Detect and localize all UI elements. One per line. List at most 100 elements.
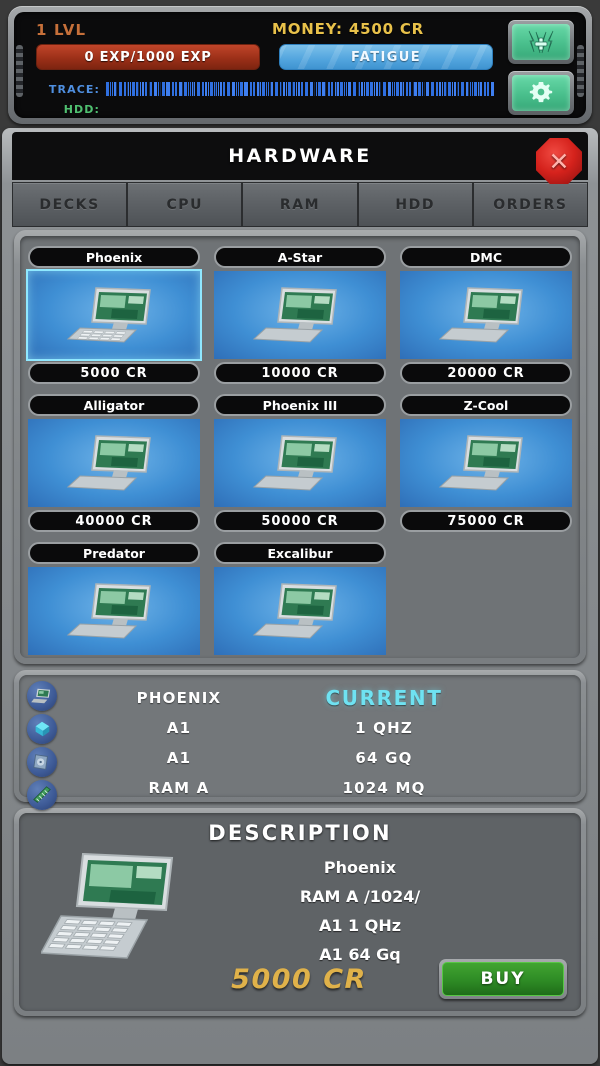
item-name: DMC [400,246,572,268]
item-name: Z-Cool [400,394,572,416]
stat-right-value: CURRENT [325,686,443,710]
stat-left-value: RAM A [148,779,210,797]
item-card[interactable]: Excalibur [214,542,386,658]
item-thumbnail [214,419,386,507]
laptop-icon [438,435,523,491]
item-name: Excalibur [214,542,386,564]
item-card[interactable]: DMC 20000 CR [400,246,572,384]
status-panel-screen: 1 LVL MONEY: 4500 CR 0 EXP/1000 EXP FATI… [14,12,586,118]
stats-panel-inner: PHOENIX CURRENT A1 1 QHZ A1 64 GQ RAM A … [19,675,581,810]
item-card[interactable]: Phoenix 5000 CR [28,246,200,384]
item-thumbnail [28,567,200,655]
item-name: Phoenix III [214,394,386,416]
item-thumbnail [28,271,200,359]
item-price: 5000 CR [28,362,200,384]
item-thumbnail [400,271,572,359]
hdd-meter-fill [106,102,494,116]
tab-orders[interactable]: ORDERS [473,183,588,226]
item-price: 20000 CR [400,362,572,384]
stats-row: PHOENIX CURRENT [79,683,573,713]
item-name: A-Star [214,246,386,268]
description-lines: Phoenix RAM A /1024/ A1 1 QHz A1 64 Gq [169,853,551,969]
laptop-icon [252,583,337,639]
item-grid: Phoenix 5000 CR A-Star 10000 CR DMC 2000… [28,246,572,658]
laptop-icon [27,681,57,711]
laptop-icon [252,435,337,491]
ram-stick-icon [27,780,57,810]
player-money: MONEY: 4500 CR [272,20,424,38]
heal-button[interactable] [508,20,574,64]
player-level: 1 LVL [36,21,87,39]
description-line: RAM A /1024/ [299,887,421,906]
item-name: Phoenix [28,246,200,268]
experience-bar: 0 EXP/1000 EXP [36,44,260,70]
laptop-icon [66,435,151,491]
item-price: 50000 CR [214,510,386,532]
trace-meter-row: TRACE: [38,82,494,96]
description-panel: DESCRIPTION Phoenix RAM A /1024/ A1 1 QH… [14,808,586,1016]
settings-button[interactable] [508,71,574,115]
tab-hdd[interactable]: HDD [358,183,472,226]
stats-row: A1 64 GQ [79,743,573,773]
tab-decks[interactable]: DECKS [13,183,127,226]
stats-row: A1 1 QHZ [79,713,573,743]
stat-left-value: PHOENIX [136,689,222,707]
stat-left-value: A1 [166,749,192,767]
panel-notch-left [16,45,23,97]
panel-notch-right [577,45,584,97]
item-thumbnail [400,419,572,507]
tab-bar: DECKS CPU RAM HDD ORDERS [12,182,588,227]
trace-meter-fill [106,82,494,96]
fatigue-label: FATIGUE [350,49,422,65]
description-line: Phoenix [323,858,397,877]
buy-button[interactable]: BUY [439,959,567,999]
stats-row: RAM A 1024 MQ [79,773,573,803]
item-thumbnail [214,567,386,655]
stat-left-value: A1 [166,719,192,737]
stats-icon-column [27,681,57,810]
tab-cpu[interactable]: CPU [128,183,242,226]
hdd-meter-track [106,102,494,116]
description-title: DESCRIPTION [208,821,392,845]
hdd-icon [27,747,57,777]
item-card[interactable]: A-Star 10000 CR [214,246,386,384]
buy-button-label: BUY [442,962,564,996]
trace-meter-track [106,82,494,96]
laptop-icon [438,287,523,343]
item-price: 40000 CR [28,510,200,532]
item-card[interactable]: Predator [28,542,200,658]
item-name: Alligator [28,394,200,416]
hdd-label: HDD: [63,102,100,116]
description-panel-inner: DESCRIPTION Phoenix RAM A /1024/ A1 1 QH… [19,813,581,1011]
heal-lightning-icon [512,24,570,60]
window-titlebar: HARDWARE ✕ [12,132,588,184]
item-card[interactable]: Z-Cool 75000 CR [400,394,572,532]
item-price: 75000 CR [400,510,572,532]
description-line: A1 1 QHz [318,916,402,935]
gear-icon [512,75,570,111]
item-card[interactable]: Phoenix III 50000 CR [214,394,386,532]
item-grid-scroll[interactable]: Phoenix 5000 CR A-Star 10000 CR DMC 2000… [20,236,580,658]
laptop-icon [252,287,337,343]
laptop-icon [66,287,151,343]
tab-ram[interactable]: RAM [243,183,357,226]
stats-panel: PHOENIX CURRENT A1 1 QHZ A1 64 GQ RAM A … [14,670,586,810]
close-icon[interactable]: ✕ [536,138,582,184]
hardware-window: HARDWARE ✕ DECKS CPU RAM HDD ORDERS Phoe… [6,132,594,1060]
item-price-large: 5000 CR [231,964,367,995]
laptop-icon [66,583,151,639]
item-price: 10000 CR [214,362,386,384]
stat-right-value: 64 GQ [355,749,413,767]
item-card[interactable]: Alligator 40000 CR [28,394,200,532]
item-name: Predator [28,542,200,564]
cpu-chip-icon [27,714,57,744]
fatigue-bar: FATIGUE [279,44,493,70]
item-thumbnail [28,419,200,507]
hdd-meter-row: HDD: [38,102,494,116]
item-thumbnail [214,271,386,359]
trace-label: TRACE: [48,82,100,96]
experience-label: 0 EXP/1000 EXP [84,49,212,65]
page-title: HARDWARE [228,145,372,167]
status-panel: 1 LVL MONEY: 4500 CR 0 EXP/1000 EXP FATI… [8,6,592,124]
item-grid-panel: Phoenix 5000 CR A-Star 10000 CR DMC 2000… [14,230,586,664]
